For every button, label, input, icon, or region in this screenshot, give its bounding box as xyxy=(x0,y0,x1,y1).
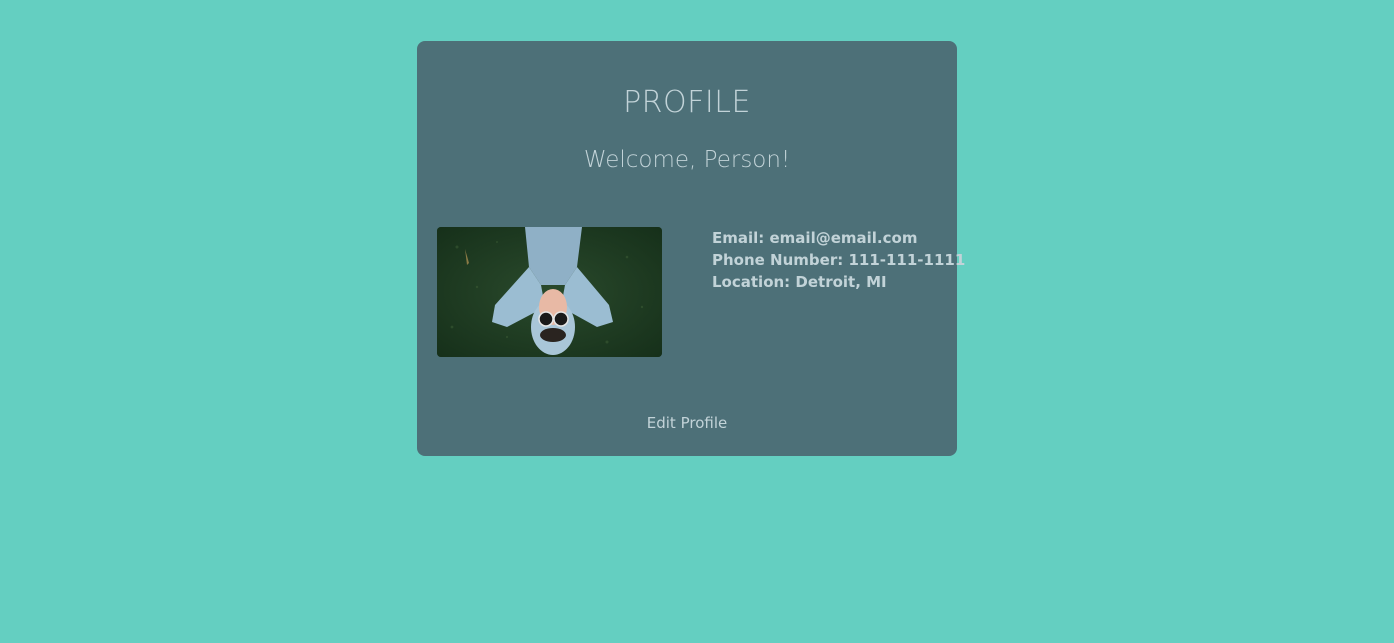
page-title: PROFILE xyxy=(623,85,751,120)
welcome-message: Welcome, Person! xyxy=(583,147,791,173)
contact-info: Email: email@email.com Phone Number: 111… xyxy=(712,227,965,293)
location-text: Location: Detroit, MI xyxy=(712,273,887,291)
edit-profile-link[interactable]: Edit Profile xyxy=(417,414,957,432)
person-photo-icon xyxy=(437,227,662,357)
email-text: Email: email@email.com xyxy=(712,229,918,247)
profile-card: PROFILE Welcome, Person! Email: email@em… xyxy=(417,41,965,456)
phone-text: Phone Number: 111-111-1111 xyxy=(712,251,966,269)
profile-photo xyxy=(437,227,662,357)
